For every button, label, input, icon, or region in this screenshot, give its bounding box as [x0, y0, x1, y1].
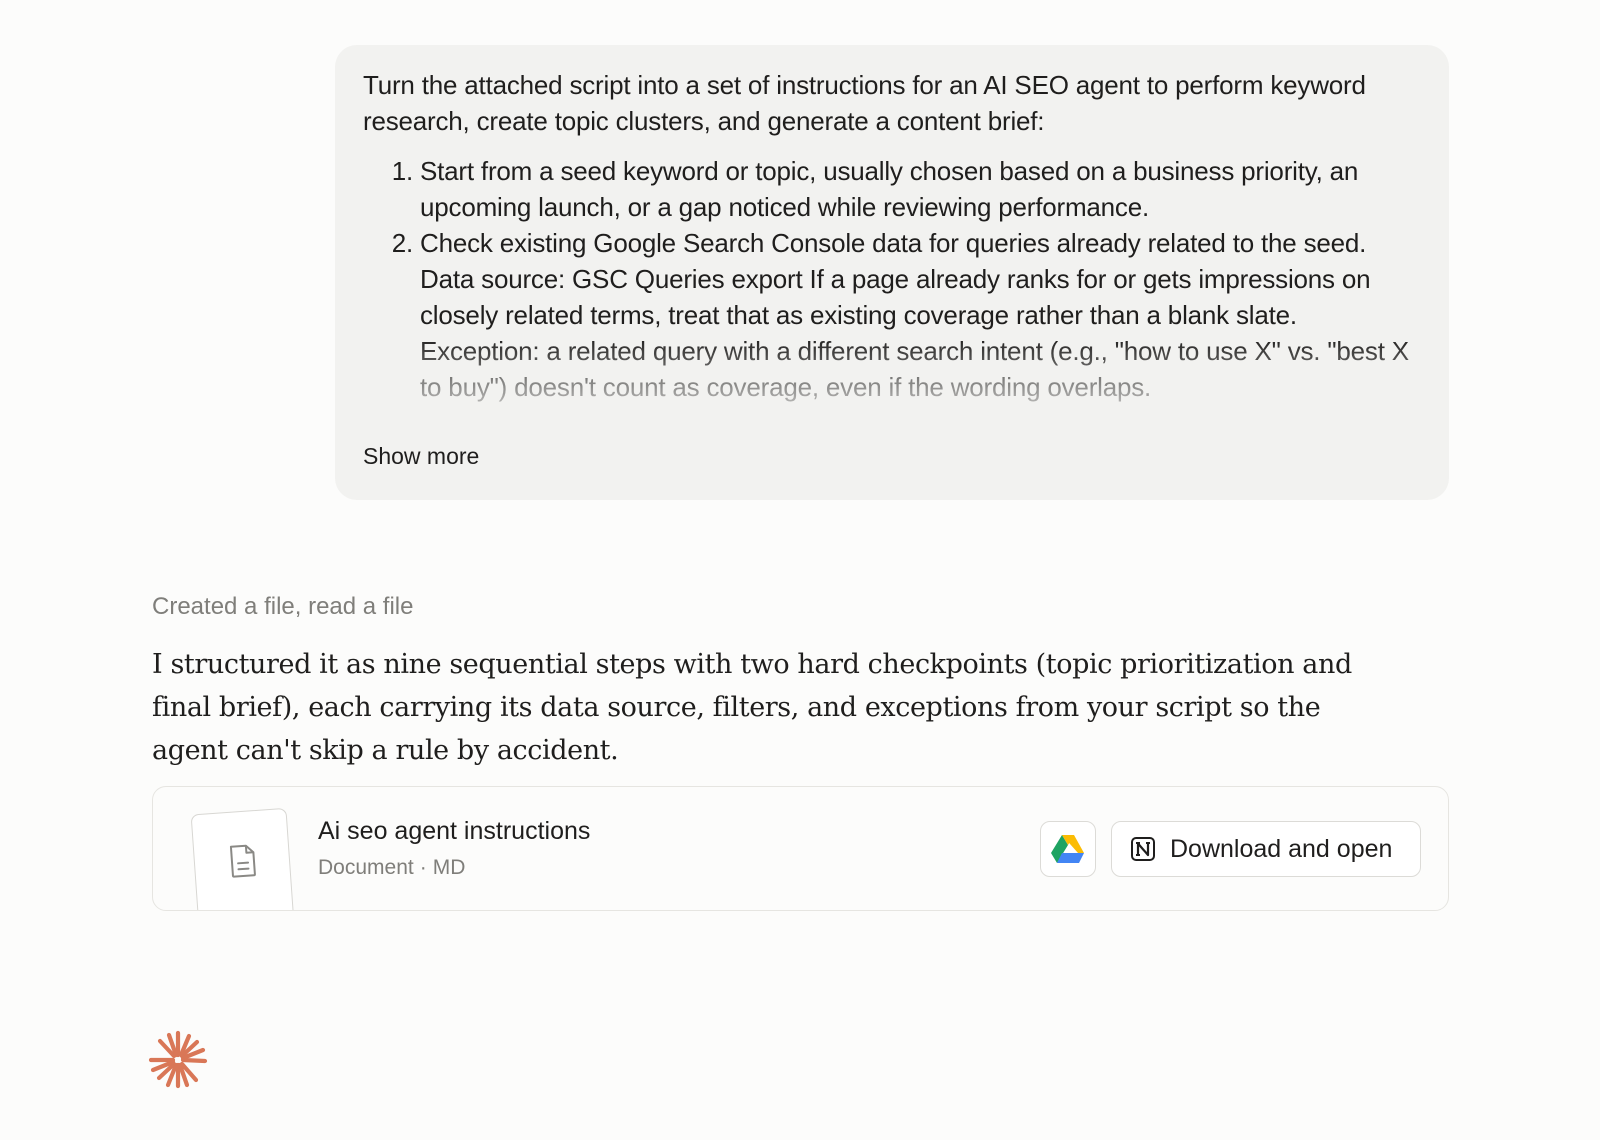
tool-activity-summary[interactable]: Created a file, read a file — [152, 592, 413, 622]
file-type: Document — [318, 856, 414, 879]
file-title: Ai seo agent instructions — [318, 817, 591, 845]
user-message-steps: Start from a seed keyword or topic, usua… — [363, 153, 1423, 405]
step-item: Start from a seed keyword or topic, usua… — [420, 153, 1423, 225]
user-message-text: Turn the attached script into a set of i… — [363, 67, 1423, 421]
download-button-label: Download and open — [1170, 834, 1393, 863]
file-meta: Document · MD — [318, 855, 465, 881]
google-drive-button[interactable] — [1040, 821, 1096, 877]
meta-separator: · — [419, 856, 427, 879]
user-message-bubble: Turn the attached script into a set of i… — [335, 45, 1449, 500]
assistant-spark-icon — [148, 1030, 208, 1089]
download-and-open-button[interactable]: Download and open — [1111, 821, 1421, 877]
assistant-message: I structured it as nine sequential steps… — [152, 649, 1352, 766]
show-more-button[interactable]: Show more — [363, 441, 479, 471]
file-format: MD — [432, 856, 466, 879]
file-attachment-card[interactable]: Ai seo agent instructions Document · MD Do… — [152, 786, 1449, 911]
document-icon — [229, 844, 256, 878]
step-item: Check existing Google Search Console dat… — [420, 225, 1423, 405]
google-drive-icon — [1051, 835, 1084, 863]
user-message-intro: Turn the attached script into a set of i… — [363, 70, 1366, 136]
file-thumbnail — [190, 807, 296, 910]
notion-icon — [1131, 837, 1155, 861]
